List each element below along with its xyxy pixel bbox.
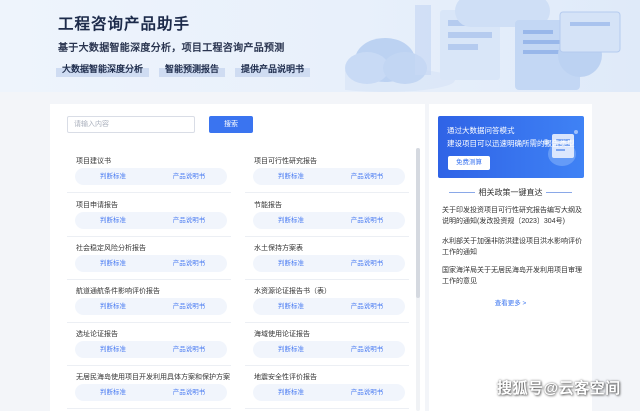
card-divider	[67, 279, 231, 280]
report-card-actions: 判断标准 产品说明书	[253, 298, 405, 315]
cloud-illustration	[345, 0, 621, 92]
report-card-actions: 判断标准 产品说明书	[253, 168, 405, 185]
report-card-title[interactable]: 无居民海岛使用项目开发利用具体方案和保护方案	[76, 372, 230, 382]
qa-banner: 通过大数据问答模式 建设项目可以迅速明确所需的报告类型 免费测算	[438, 116, 584, 178]
report-card-title[interactable]: 航道通航条件影响评价报告	[76, 286, 160, 296]
hero-tabs: 大数据智能深度分析 智能预测报告 提供产品说明书	[56, 62, 311, 77]
manual-button[interactable]: 产品说明书	[151, 384, 227, 401]
report-card-actions: 判断标准 产品说明书	[75, 341, 227, 358]
report-card: 水资源论证报告书（表） 判断标准 产品说明书	[245, 282, 409, 320]
page-subtitle: 基于大数据智能深度分析，项目工程咨询产品预测	[58, 43, 285, 54]
card-divider	[67, 365, 231, 366]
report-card-actions: 判断标准 产品说明书	[75, 212, 227, 229]
page-title: 工程咨询产品助手	[58, 16, 191, 33]
card-divider	[67, 236, 231, 237]
report-card: 地震安全性评价报告判断标准 产品说明书	[245, 368, 409, 406]
report-card: 项目建议书判断标准 产品说明书	[67, 152, 231, 190]
policy-link[interactable]: 国家海洋局关于无居民海岛开发利用项目审理工作的意见	[442, 265, 584, 287]
criteria-button[interactable]: 判断标准	[253, 384, 329, 401]
criteria-button[interactable]: 判断标准	[253, 255, 329, 272]
card-divider	[245, 236, 409, 237]
manual-button[interactable]: 产品说明书	[151, 212, 227, 229]
report-card-actions: 判断标准 产品说明书	[253, 212, 405, 229]
card-divider	[245, 408, 409, 409]
criteria-button[interactable]: 判断标准	[75, 384, 151, 401]
banner-line-2: 建设项目可以迅速明确所需的报告类型	[447, 139, 575, 148]
report-card-actions: 判断标准 产品说明书	[253, 341, 405, 358]
manual-button[interactable]: 产品说明书	[329, 384, 405, 401]
hero-tab-report[interactable]: 智能预测报告	[159, 62, 226, 77]
manual-button[interactable]: 产品说明书	[151, 168, 227, 185]
card-divider	[67, 322, 231, 323]
manual-button[interactable]: 产品说明书	[151, 255, 227, 272]
report-card: 社会稳定风险分析报告判断标准 产品说明书	[67, 239, 231, 277]
card-divider	[245, 279, 409, 280]
scrollbar-thumb[interactable]	[416, 148, 420, 298]
report-card-title[interactable]: 项目可行性研究报告	[254, 156, 317, 166]
search-input[interactable]: 请输入内容	[67, 116, 195, 133]
criteria-button[interactable]: 判断标准	[75, 255, 151, 272]
criteria-button[interactable]: 判断标准	[75, 341, 151, 358]
report-card-actions: 判断标准 产品说明书	[75, 255, 227, 272]
hero-tab-manual[interactable]: 提供产品说明书	[235, 62, 311, 77]
report-card-title[interactable]: 节能报告	[254, 200, 282, 210]
criteria-button[interactable]: 判断标准	[75, 212, 151, 229]
criteria-button[interactable]: 判断标准	[253, 212, 329, 229]
search-button[interactable]: 搜索	[209, 116, 253, 133]
policy-link[interactable]: 水利部关于加强非防洪建设项目洪水影响评价工作的通知	[442, 236, 584, 258]
manual-button[interactable]: 产品说明书	[151, 341, 227, 358]
report-card-title[interactable]: 地震安全性评价报告	[254, 372, 317, 382]
report-card-actions: 判断标准 产品说明书	[253, 384, 405, 401]
banner-illustration	[543, 130, 578, 166]
report-card-title[interactable]: 项目建议书	[76, 156, 111, 166]
report-card: 节能报告判断标准 产品说明书	[245, 196, 409, 234]
report-card: 无居民海岛使用项目开发利用具体方案和保护方案判断标准 产品说明书	[67, 368, 231, 406]
report-card: 航道通航条件影响评价报告判断标准 产品说明书	[67, 282, 231, 320]
criteria-button[interactable]: 判断标准	[253, 341, 329, 358]
policy-link[interactable]: 关于印发投资项目可行性研究报告编写大纲及说明的通知(发改投资规〔2023〕304…	[442, 205, 584, 227]
report-list-panel: 请输入内容 搜索 项目建议书 判断标准 产品说明书 项目可行性研究报告 判断标准 产品说明…	[50, 104, 425, 411]
view-more-link[interactable]: 查看更多 >	[429, 297, 592, 307]
report-card: 选址论证报告判断标准 产品说明书	[67, 325, 231, 363]
report-card-title[interactable]: 海域使用论证报告	[254, 329, 310, 339]
hero-tab-analysis[interactable]: 大数据智能深度分析	[56, 62, 150, 77]
report-card-actions: 判断标准 产品说明书	[75, 298, 227, 315]
report-card-title[interactable]: 水资源论证报告书（表）	[254, 286, 331, 296]
report-card-title[interactable]: 项目申请报告	[76, 200, 118, 210]
criteria-button[interactable]: 判断标准	[253, 168, 329, 185]
hero-banner: 工程咨询产品助手 基于大数据智能深度分析，项目工程咨询产品预测 大数据智能深度分…	[0, 0, 640, 92]
criteria-button[interactable]: 判断标准	[75, 168, 151, 185]
criteria-button[interactable]: 判断标准	[253, 298, 329, 315]
card-divider	[67, 192, 231, 193]
report-card-actions: 判断标准 产品说明书	[75, 384, 227, 401]
card-divider	[245, 365, 409, 366]
report-card-title[interactable]: 水土保持方案表	[254, 243, 303, 253]
report-card: 海域使用论证报告判断标准 产品说明书	[245, 325, 409, 363]
report-card-title[interactable]: 选址论证报告	[76, 329, 118, 339]
report-card-title[interactable]: 社会稳定风险分析报告	[76, 243, 146, 253]
banner-line-1: 通过大数据问答模式	[447, 126, 515, 135]
free-estimate-button[interactable]: 免费测算	[448, 156, 490, 170]
card-divider	[245, 322, 409, 323]
manual-button[interactable]: 产品说明书	[329, 341, 405, 358]
report-card: 项目申请报告判断标准 产品说明书	[67, 196, 231, 234]
card-divider	[245, 192, 409, 193]
manual-button[interactable]: 产品说明书	[151, 298, 227, 315]
watermark: 搜狐号@云客空间	[497, 380, 621, 397]
manual-button[interactable]: 产品说明书	[329, 168, 405, 185]
policy-panel: 通过大数据问答模式 建设项目可以迅速明确所需的报告类型 免费测算 相关政策一键直…	[429, 104, 592, 411]
card-divider	[67, 408, 231, 409]
report-card-actions: 判断标准 产品说明书	[75, 168, 227, 185]
title-divider-right	[546, 192, 572, 193]
manual-button[interactable]: 产品说明书	[329, 255, 405, 272]
report-card: 项目可行性研究报告判断标准 产品说明书	[245, 152, 409, 190]
manual-button[interactable]: 产品说明书	[329, 298, 405, 315]
criteria-button[interactable]: 判断标准	[75, 298, 151, 315]
manual-button[interactable]: 产品说明书	[329, 212, 405, 229]
report-card: 水土保持方案表判断标准 产品说明书	[245, 239, 409, 277]
report-card-actions: 判断标准 产品说明书	[253, 255, 405, 272]
